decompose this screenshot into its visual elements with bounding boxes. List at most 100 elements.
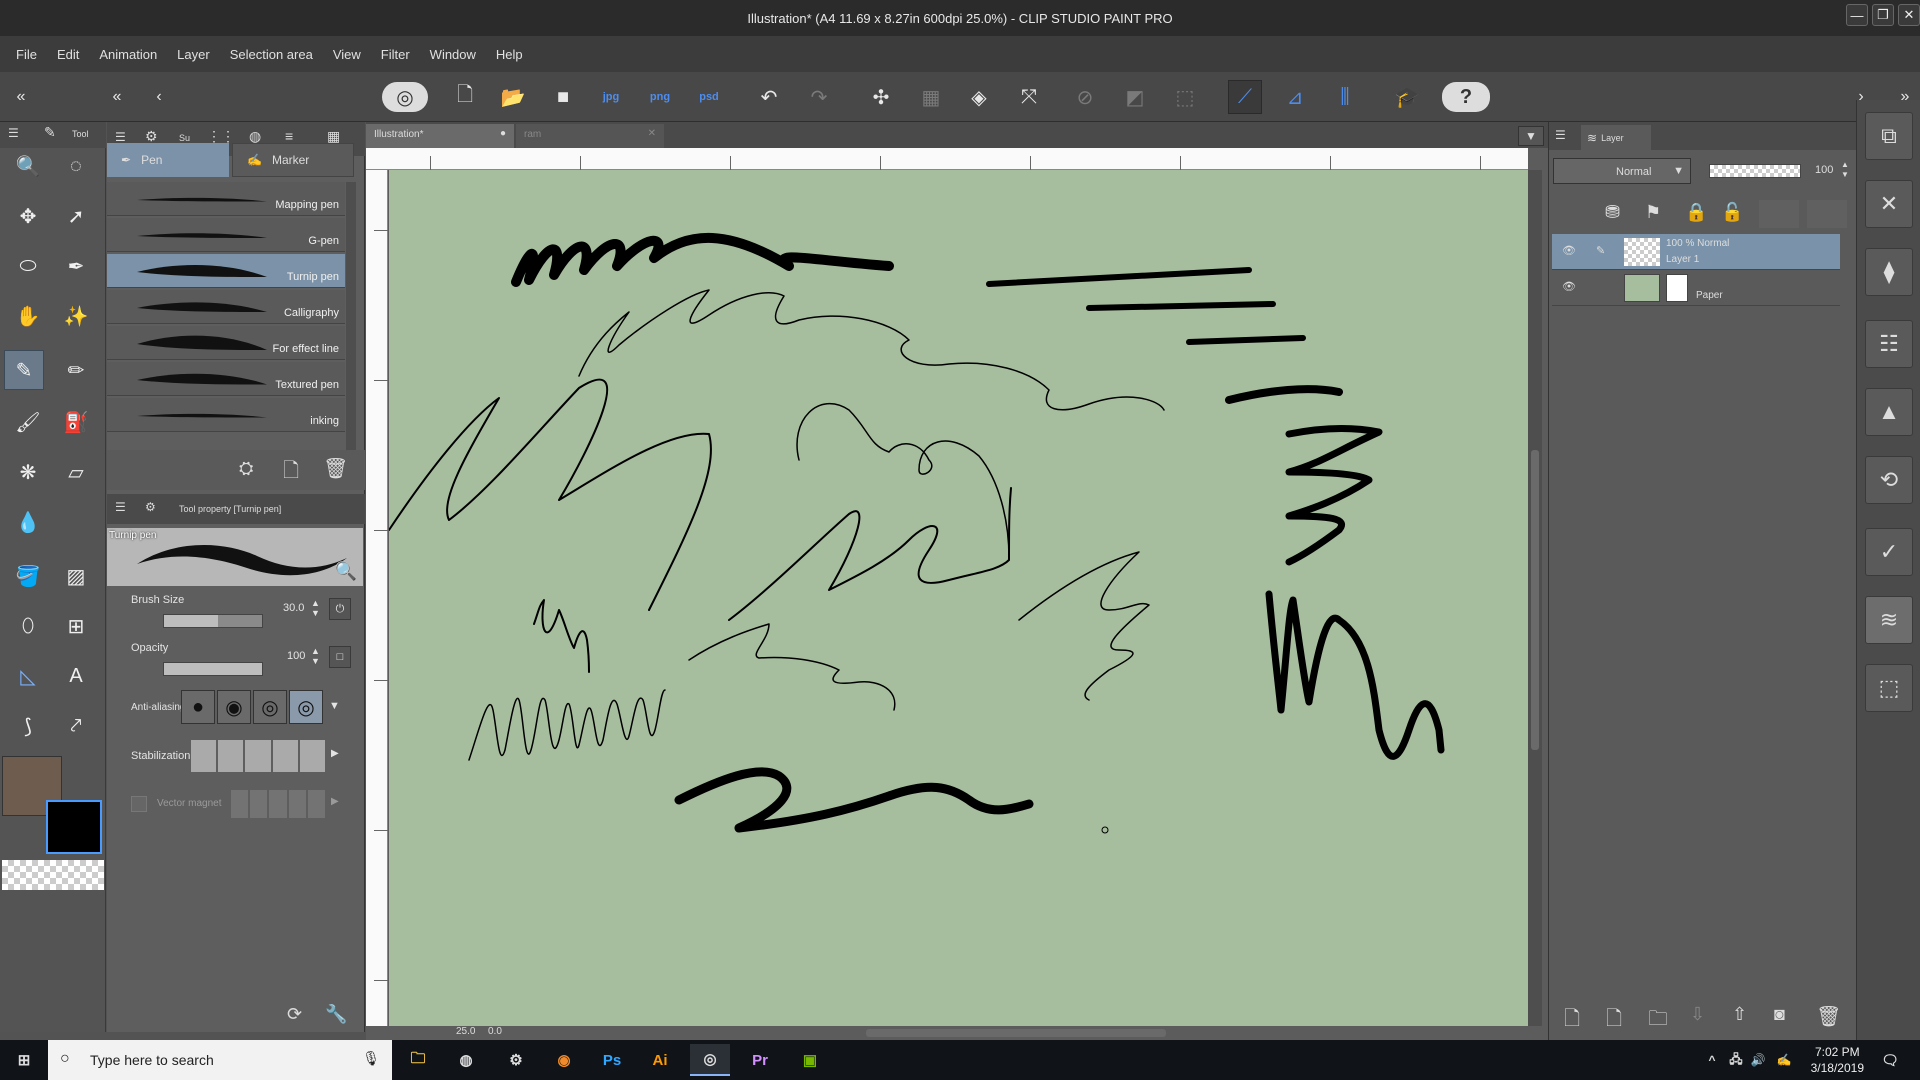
eraser-tool-icon[interactable]: ▱ [56, 452, 96, 492]
layer-opacity-stepper[interactable]: ▲ ▼ [1841, 160, 1849, 180]
vertical-scrollbar[interactable] [1528, 170, 1542, 1026]
menu-selection-area[interactable]: Selection area [220, 47, 323, 62]
tab-pen[interactable]: ✒ Pen [107, 143, 229, 177]
collapse-left-icon[interactable]: « [100, 80, 134, 114]
combine-icon[interactable]: ⇧ [1732, 1004, 1747, 1025]
clip-studio-icon[interactable]: ◎ [382, 82, 428, 112]
delete-sub-tool-icon[interactable]: 🗑 [323, 456, 348, 481]
help-icon[interactable]: ? [1442, 82, 1490, 112]
menu-file[interactable]: File [6, 47, 47, 62]
balloon-tool-icon[interactable]: ⟆ [8, 706, 48, 746]
clear-icon[interactable]: ✣ [864, 80, 898, 114]
menu-icon[interactable]: ☰ [115, 500, 126, 514]
close-button[interactable]: ✕ [1898, 4, 1920, 26]
save-icon[interactable]: ■ [546, 80, 580, 114]
brush-item[interactable]: Calligraphy [107, 290, 345, 324]
transparent-color-swatch[interactable] [2, 860, 104, 890]
pen-pressure-icon[interactable]: ⏻ [329, 598, 351, 620]
windows-start-icon[interactable]: ⊞ [4, 1044, 44, 1076]
wrench-icon[interactable]: 🔧 [325, 1004, 347, 1025]
animation-icon[interactable]: ⟲ [1865, 456, 1913, 504]
menu-layer[interactable]: Layer [167, 47, 220, 62]
menu-edit[interactable]: Edit [47, 47, 89, 62]
illustrator-icon[interactable]: Ai [640, 1044, 680, 1076]
menu-icon[interactable]: ☰ [1555, 128, 1566, 142]
chevron-down-icon[interactable]: ▼ [1518, 126, 1544, 146]
open-folder-icon[interactable]: 📂 [496, 80, 530, 114]
text-tool-icon[interactable]: A [56, 656, 96, 696]
mask-icon[interactable] [1759, 200, 1799, 228]
frame-border-tool-icon[interactable]: ⊞ [56, 606, 96, 646]
clip-to-layer-icon[interactable]: ⛃ [1605, 202, 1620, 223]
firefox-icon[interactable]: ◉ [544, 1044, 584, 1076]
brush-size-stepper[interactable]: ▲ ▼ [311, 598, 320, 618]
maximize-button[interactable]: ❐ [1872, 4, 1894, 26]
taskbar-search[interactable]: ○ Type here to search 🎙 [48, 1040, 392, 1080]
invert-selection-icon[interactable]: ◩ [1118, 80, 1152, 114]
lock-transparent-icon[interactable]: 🔓 [1721, 202, 1743, 223]
chevron-down-icon[interactable]: ▼ [329, 700, 340, 712]
photoshop-icon[interactable]: Ps [592, 1044, 632, 1076]
copy-sub-tool-icon[interactable]: 🗋 [283, 456, 299, 490]
new-vector-layer-icon[interactable]: 🗋 [1606, 1004, 1622, 1038]
new-raster-layer-icon[interactable]: 🗋 [1564, 1004, 1580, 1038]
sub-view-icon[interactable]: ✕ [1865, 180, 1913, 228]
menu-filter[interactable]: Filter [371, 47, 420, 62]
clear-outside-icon[interactable]: ▦ [914, 80, 948, 114]
auto-action-icon[interactable]: ✓ [1865, 528, 1913, 576]
brush-size-slider[interactable] [163, 614, 263, 628]
snap-to-grid-icon[interactable]: ⫼ [1328, 80, 1362, 114]
brush-tool-icon[interactable]: 🖌 [8, 402, 48, 442]
export-jpg-icon[interactable]: jpg [594, 80, 628, 114]
deselect-icon[interactable]: ⊘ [1068, 80, 1102, 114]
brush-item[interactable]: G-pen [107, 218, 345, 252]
opacity-slider[interactable] [163, 662, 263, 676]
tab-marker[interactable]: ✍ Marker [232, 143, 354, 177]
vector-magnet-checkbox[interactable] [131, 796, 147, 812]
anti-aliasing-medium[interactable]: ◎ [253, 690, 287, 724]
ruler-tool-icon[interactable]: ◺ [8, 656, 48, 696]
operation-tool-icon[interactable]: ➚ [56, 196, 96, 236]
eye-icon[interactable]: 👁 [1562, 244, 1576, 257]
premiere-icon[interactable]: Pr [740, 1044, 780, 1076]
anti-aliasing-none[interactable]: ● [181, 690, 215, 724]
layer-row-paper[interactable]: 👁 Paper [1552, 270, 1840, 306]
pen-tab-icon[interactable]: ✎ [44, 124, 56, 141]
steam-icon[interactable]: ⚙ [496, 1044, 536, 1076]
stabilization-slider[interactable] [191, 740, 326, 772]
chrome-icon[interactable]: ◍ [446, 1044, 486, 1076]
gradient-tool-icon[interactable]: ▨ [56, 556, 96, 596]
menu-animation[interactable]: Animation [89, 47, 167, 62]
opacity-toggle-icon[interactable]: □ [329, 646, 351, 668]
chevron-right-icon[interactable]: ▶ [331, 748, 339, 759]
lasso-tool-icon[interactable]: ◌ [56, 146, 96, 186]
pencil-tool-icon[interactable]: ✏ [56, 350, 96, 390]
brush-item[interactable]: Mapping pen [107, 182, 345, 216]
notification-icon[interactable]: 🗨 [1870, 1044, 1910, 1076]
pen-input-icon[interactable]: ✍ [1764, 1044, 1804, 1076]
lock-icon[interactable]: 🔒 [1685, 202, 1707, 223]
brush-item[interactable]: inking [107, 398, 345, 432]
eyedropper-tool-icon[interactable]: ✒ [56, 246, 96, 286]
chevron-right-icon[interactable]: ▶ [331, 796, 339, 807]
info-icon[interactable]: ⬚ [1865, 664, 1913, 712]
layer-property-icon[interactable]: ☷ [1865, 320, 1913, 368]
brush-list-scrollbar[interactable] [346, 182, 356, 452]
fill-tool-icon[interactable]: 🪣 [8, 556, 48, 596]
decoration-tool-icon[interactable]: ❋ [8, 452, 48, 492]
selection-tool-icon[interactable]: ⬭ [8, 246, 48, 286]
close-tab-icon[interactable]: ✕ [648, 128, 656, 139]
vector-magnet-slider[interactable] [231, 790, 326, 818]
show-selection-icon[interactable]: ⬚ [1168, 80, 1202, 114]
fill-icon[interactable]: ◈ [962, 80, 996, 114]
layer-palette-icon[interactable]: ≋ [1865, 596, 1913, 644]
menu-help[interactable]: Help [486, 47, 533, 62]
snap-to-special-ruler-icon[interactable]: ⊿ [1278, 80, 1312, 114]
anti-aliasing-weak[interactable]: ◉ [217, 690, 251, 724]
vertical-scroll-thumb[interactable] [1531, 450, 1539, 750]
blend-mode-select[interactable]: Normal ▼ [1553, 158, 1691, 184]
clock[interactable]: 7:02 PM 3/18/2019 [1811, 1044, 1864, 1076]
redo-icon[interactable]: ↷ [802, 80, 836, 114]
new-folder-icon[interactable]: 🗀 [1648, 1004, 1668, 1038]
airbrush-tool-icon[interactable]: ⛽ [56, 402, 96, 442]
